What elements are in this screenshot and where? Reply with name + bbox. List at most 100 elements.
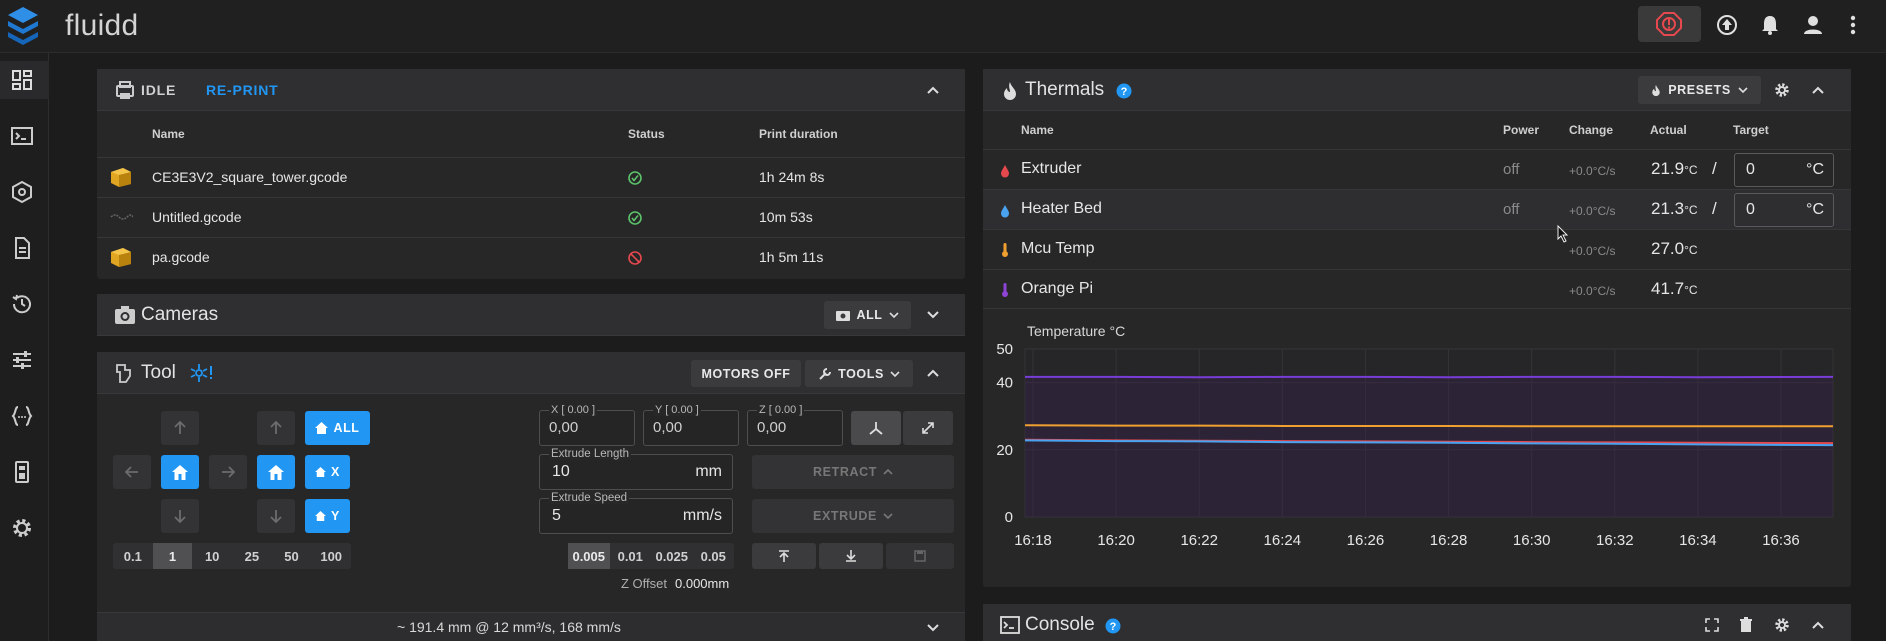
raspberry-board-icon[interactable] <box>10 460 34 484</box>
thermal-row-extruder[interactable]: Extruder off +0.0°C/s 21.9°C / 0 °C <box>983 149 1851 189</box>
jog-x-plus-button[interactable] <box>209 455 247 489</box>
job-name: pa.gcode <box>152 249 210 265</box>
expand-chevron-down-icon[interactable] <box>926 621 940 635</box>
jobs-card-header: IDLE RE-PRINT <box>97 69 965 111</box>
home-xy-button[interactable] <box>161 455 199 489</box>
printer-icon <box>116 81 134 99</box>
emergency-stop-button[interactable] <box>1638 6 1701 42</box>
cameras-title: Cameras <box>141 304 219 325</box>
settings-gear-icon[interactable] <box>1773 616 1791 634</box>
distance-option[interactable]: 25 <box>232 543 272 569</box>
temperature-chart[interactable]: 0 20 40 50 16:18 16:20 16:22 16:24 16:26 16:28 16:… <box>983 339 1851 569</box>
z-offset-up-button[interactable] <box>752 543 816 569</box>
printer-3d-icon[interactable] <box>10 180 34 204</box>
cameras-card: Cameras ALL <box>97 294 965 336</box>
chevron-down-icon <box>1738 87 1748 94</box>
notifications-bell-icon[interactable] <box>1757 12 1783 38</box>
distance-option[interactable]: 10 <box>192 543 232 569</box>
thermal-row-mcu-temp[interactable]: Mcu Temp +0.0°C/s 27.0°C <box>983 229 1851 269</box>
z-step-option[interactable]: 0.025 <box>651 543 693 569</box>
reprint-button[interactable]: RE-PRINT <box>206 82 279 98</box>
chevron-down-icon <box>883 513 893 520</box>
axis-arrows-icon <box>869 422 883 435</box>
expand-chevron-down-icon[interactable] <box>926 308 940 322</box>
z-offset-label: Z Offset <box>621 576 667 591</box>
thermometer-icon <box>1002 243 1008 257</box>
tools-dropdown[interactable]: TOOLS <box>805 360 913 387</box>
heater-bed-target-input[interactable]: 0 °C <box>1734 193 1834 227</box>
home-all-button[interactable]: ALL <box>305 411 370 445</box>
presets-dropdown[interactable]: PRESETS <box>1638 76 1761 104</box>
more-vertical-icon[interactable] <box>1845 12 1861 38</box>
thermal-row-orange-pi[interactable]: Orange Pi +0.0°C/s 41.7°C <box>983 269 1851 309</box>
distance-option-selected[interactable]: 1 <box>152 543 193 569</box>
job-row[interactable]: Untitled.gcode 10m 53s <box>97 197 965 237</box>
extruder-target-input[interactable]: 0 °C <box>1734 153 1834 187</box>
fullscreen-icon[interactable] <box>1705 618 1719 632</box>
distance-option[interactable]: 0.1 <box>113 543 153 569</box>
y-tick-label: 40 <box>996 375 1013 392</box>
settings-gear-icon[interactable] <box>1773 81 1791 99</box>
fluidd-logo-icon[interactable] <box>6 5 40 45</box>
home-x-button[interactable]: X <box>305 455 350 489</box>
y-tick-label: 50 <box>996 341 1013 358</box>
job-row[interactable]: pa.gcode 1h 5m 11s <box>97 237 965 277</box>
tune-icon[interactable] <box>10 348 34 372</box>
jog-distance-selector[interactable]: 0.1 1 10 25 50 100 <box>113 543 351 569</box>
history-icon[interactable] <box>10 292 34 316</box>
file-document-icon[interactable] <box>10 236 34 260</box>
jog-z-minus-button[interactable] <box>257 499 295 533</box>
gcode-thumbnail-placeholder-icon <box>110 214 133 220</box>
collapse-chevron-up-icon[interactable] <box>1811 618 1825 632</box>
delete-icon[interactable] <box>1739 617 1753 633</box>
console-icon[interactable] <box>10 124 34 148</box>
arrow-expand-icon <box>922 422 934 434</box>
x-tick-label: 16:34 <box>1679 532 1717 549</box>
thermal-row-heater-bed[interactable]: Heater Bed off +0.0°C/s 21.3°C / 0 °C <box>983 189 1851 229</box>
collapse-chevron-up-icon[interactable] <box>926 366 940 380</box>
home-z-button[interactable] <box>257 455 295 489</box>
mouse-cursor-icon <box>1557 225 1569 243</box>
coordinate-mode-relative-button[interactable] <box>903 411 953 445</box>
arrow-left-icon <box>124 466 138 478</box>
tool-hand-icon <box>116 364 131 383</box>
x-tick-label: 16:28 <box>1430 532 1468 549</box>
camera-all-dropdown[interactable]: ALL <box>824 301 911 329</box>
jog-y-minus-button[interactable] <box>161 499 199 533</box>
extrude-button[interactable]: EXTRUDE <box>752 499 954 533</box>
jog-y-plus-button[interactable] <box>161 411 199 445</box>
flow-summary-bar[interactable]: ~ 191.4 mm @ 12 mm³/s, 168 mm/s <box>97 612 965 641</box>
distance-option[interactable]: 50 <box>272 543 312 569</box>
app-root: { "app": {"title": "fluidd"}, "jobs": { … <box>0 0 1886 641</box>
thermal-name: Extruder <box>1021 160 1082 177</box>
home-icon <box>268 464 284 480</box>
account-icon[interactable] <box>1800 12 1826 38</box>
upload-icon[interactable] <box>1714 12 1740 38</box>
collapse-chevron-up-icon[interactable] <box>1811 83 1825 97</box>
z-step-selector[interactable]: 0.005 0.01 0.025 0.05 <box>568 543 734 569</box>
collapse-chevron-up-icon[interactable] <box>926 83 940 97</box>
jog-z-plus-button[interactable] <box>257 411 295 445</box>
z-step-option[interactable]: 0.05 <box>693 543 735 569</box>
jog-x-minus-button[interactable] <box>113 455 151 489</box>
help-icon[interactable]: ? <box>1116 83 1132 99</box>
retract-button[interactable]: RETRACT <box>752 455 954 489</box>
x-position-value: 0,00 <box>549 419 579 436</box>
distance-option[interactable]: 100 <box>311 543 351 569</box>
settings-gear-icon[interactable] <box>10 516 34 540</box>
job-row[interactable]: CE3E3V2_square_tower.gcode 1h 24m 8s <box>97 157 965 197</box>
help-icon[interactable]: ? <box>1105 618 1121 634</box>
dashboard-icon[interactable] <box>10 68 34 92</box>
coordinate-mode-absolute-button[interactable] <box>851 411 901 445</box>
home-icon <box>315 467 326 477</box>
z-offset-save-button[interactable] <box>886 543 954 569</box>
z-offset-down-button[interactable] <box>819 543 883 569</box>
z-step-option[interactable]: 0.01 <box>610 543 652 569</box>
motors-off-button[interactable]: MOTORS OFF <box>691 360 801 387</box>
home-y-button[interactable]: Y <box>305 499 350 533</box>
code-braces-icon[interactable] <box>10 404 34 428</box>
z-step-option-selected[interactable]: 0.005 <box>568 543 610 569</box>
arrow-down-icon <box>270 510 282 524</box>
target-value: 0 <box>1746 201 1755 218</box>
thermal-column-power: Power <box>1503 123 1540 137</box>
